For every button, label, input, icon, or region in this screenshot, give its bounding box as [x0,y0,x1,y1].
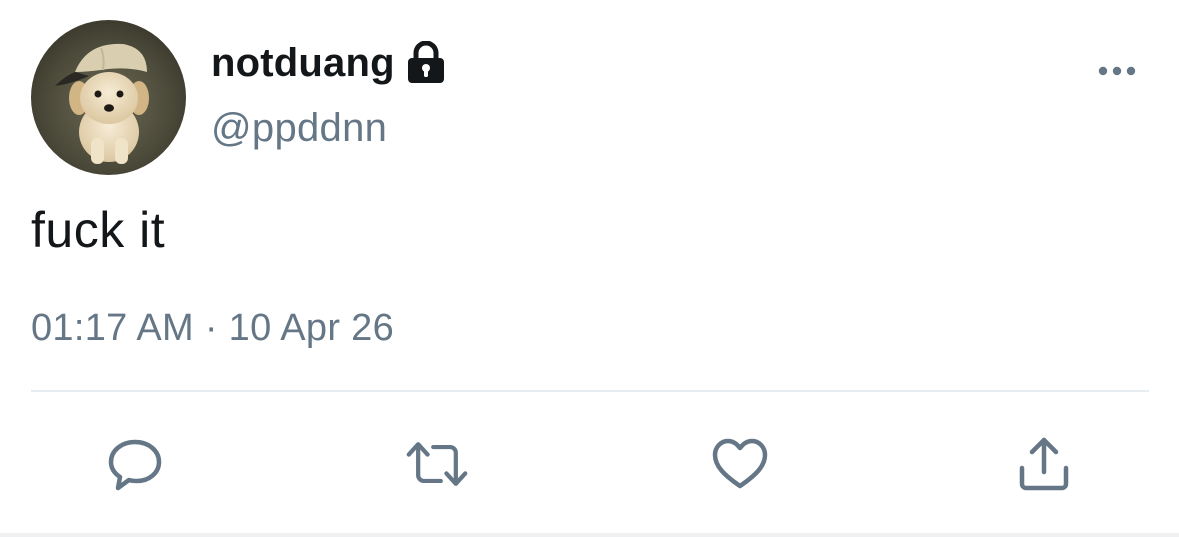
retweet-button[interactable] [405,432,469,496]
retweet-icon [406,442,468,486]
tweet-date: 10 Apr 26 [228,307,395,349]
tweet-timestamp[interactable]: 01:17 AM · 10 Apr 26 [31,307,394,350]
reply-icon [108,439,162,491]
divider [31,390,1149,392]
author-name-row: notduang [211,38,447,88]
tweet-card: notduang @ppddnn fuck it 01:17 AM · 10 A… [0,0,1179,537]
avatar-image [31,20,186,175]
tweet-time: 01:17 AM [31,307,194,349]
share-button[interactable] [1012,432,1076,496]
more-horizontal-icon[interactable] [1093,60,1141,82]
display-name[interactable]: notduang [211,41,395,86]
share-icon [1019,437,1069,491]
reply-button[interactable] [103,432,167,496]
user-handle[interactable]: @ppddnn [211,106,387,151]
avatar[interactable] [31,20,186,175]
lock-icon [407,41,444,83]
meta-separator: · [204,307,218,349]
tweet-text: fuck it [31,202,166,258]
like-button[interactable] [708,432,772,496]
heart-icon [712,438,768,489]
bottom-border [0,533,1179,537]
